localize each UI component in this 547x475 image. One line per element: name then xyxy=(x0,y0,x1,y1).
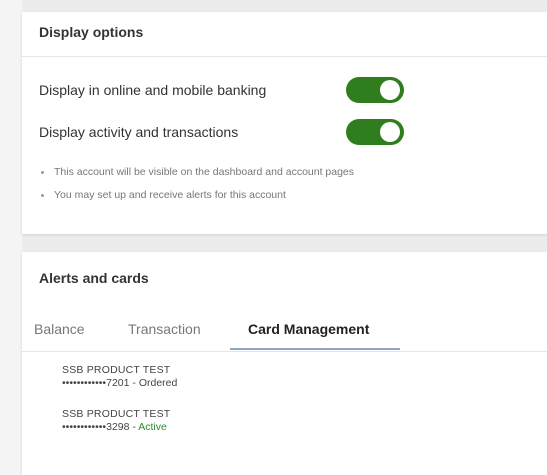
card-list-item[interactable]: SSB PRODUCT TEST ••••••••••••3298 - Acti… xyxy=(62,408,177,452)
card-separator: - xyxy=(129,421,139,433)
card-product-name: SSB PRODUCT TEST xyxy=(62,408,171,420)
bullet-icon xyxy=(41,194,44,197)
card-number: ••••••••••••7201 xyxy=(62,377,130,389)
note-text: You may set up and receive alerts for th… xyxy=(54,189,286,201)
tab-transaction[interactable]: Transaction xyxy=(128,318,201,350)
setting-label-online-mobile: Display in online and mobile banking xyxy=(39,82,267,98)
setting-label-activity-transactions: Display activity and transactions xyxy=(39,124,239,140)
toggle-activity-transactions[interactable] xyxy=(346,119,404,145)
display-options-panel: Display options Display in online and mo… xyxy=(22,12,547,234)
divider xyxy=(22,56,547,57)
alerts-and-cards-panel: Alerts and cards Balance Transaction Car… xyxy=(22,252,547,475)
divider xyxy=(22,351,547,352)
active-tab-indicator xyxy=(230,348,400,350)
tab-card-management[interactable]: Card Management xyxy=(248,318,369,350)
bullet-icon xyxy=(41,171,44,174)
notes-list: This account will be visible on the dash… xyxy=(39,164,354,210)
card-list: SSB PRODUCT TEST ••••••••••••7201 - Orde… xyxy=(62,364,177,452)
display-options-title: Display options xyxy=(39,24,144,40)
card-status-active: Active xyxy=(138,421,167,433)
toggle-knob xyxy=(380,80,400,100)
card-status-ordered: Ordered xyxy=(138,377,178,389)
tab-bar: Balance Transaction Card Management xyxy=(22,312,547,352)
toggle-knob xyxy=(380,122,400,142)
sidebar-edge xyxy=(0,0,22,475)
card-number-line: ••••••••••••3298 - Active xyxy=(62,421,177,434)
toggle-online-mobile-banking[interactable] xyxy=(346,77,404,103)
card-separator: - xyxy=(129,377,139,389)
card-product-name: SSB PRODUCT TEST xyxy=(62,364,171,376)
setting-row-online-mobile: Display in online and mobile banking xyxy=(39,77,419,103)
alerts-and-cards-title: Alerts and cards xyxy=(39,270,149,286)
note-item: You may set up and receive alerts for th… xyxy=(39,187,354,210)
setting-row-activity-transactions: Display activity and transactions xyxy=(39,119,419,145)
note-item: This account will be visible on the dash… xyxy=(39,164,354,187)
card-number: ••••••••••••3298 xyxy=(62,421,130,433)
card-number-line: ••••••••••••7201 - Ordered xyxy=(62,377,177,390)
note-text: This account will be visible on the dash… xyxy=(54,166,355,178)
card-list-item[interactable]: SSB PRODUCT TEST ••••••••••••7201 - Orde… xyxy=(62,364,177,408)
tab-balance[interactable]: Balance xyxy=(34,318,85,350)
